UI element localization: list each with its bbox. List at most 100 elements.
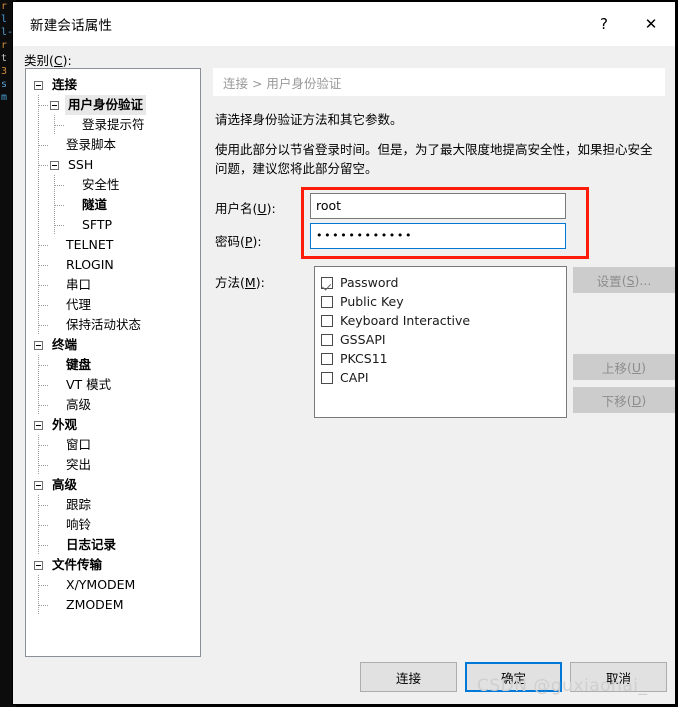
button-label: 上移 [602, 360, 628, 376]
tree-item-label: 隧道 [82, 197, 108, 212]
tree-guide-stub [39, 605, 49, 606]
tree-item-1[interactable]: 用户身份验证 [26, 95, 200, 115]
tree-item-0[interactable]: 连接 [26, 75, 200, 95]
button-label: 下移 [601, 393, 627, 409]
tree-item-21[interactable]: 跟踪 [26, 495, 200, 515]
tree-item-12[interactable]: 保持活动状态 [26, 315, 200, 335]
tree-item-label: X/YMODEM [66, 577, 136, 592]
tree-item-10[interactable]: 串口 [26, 275, 200, 295]
tree-collapse-icon[interactable] [34, 561, 43, 570]
checkbox-icon[interactable] [321, 295, 333, 308]
breadcrumb: 连接 > 用户身份验证 [213, 68, 665, 96]
ok-button[interactable]: 确定 [465, 662, 562, 692]
tree-guide-stub [39, 145, 49, 146]
tree-item-label: 外观 [51, 417, 77, 432]
tree-item-26[interactable]: ZMODEM [26, 595, 200, 615]
cancel-button[interactable]: 取消 [570, 662, 667, 692]
method-item-2[interactable]: Keyboard Interactive [321, 311, 566, 330]
settings-button[interactable]: 设置(S)... [573, 267, 675, 293]
tree-collapse-icon[interactable] [50, 101, 59, 110]
tree-item-8[interactable]: TELNET [26, 235, 200, 255]
move-up-button[interactable]: 上移(U) [573, 354, 675, 380]
tree-collapse-icon[interactable] [50, 161, 59, 170]
methods-label-text: 方法 [215, 275, 241, 290]
tree-item-label: 保持活动状态 [66, 317, 142, 332]
tree-item-6[interactable]: 隧道 [26, 195, 200, 215]
tree-item-24[interactable]: 文件传输 [26, 555, 200, 575]
tree-item-18[interactable]: 窗口 [26, 435, 200, 455]
tree-item-label: 高级 [51, 477, 77, 492]
tree-item-label: 日志记录 [66, 537, 117, 552]
tree-item-23[interactable]: 日志记录 [26, 535, 200, 555]
help-icon[interactable]: ? [581, 2, 627, 46]
method-item-0[interactable]: Password [321, 273, 566, 292]
tree-item-19[interactable]: 突出 [26, 455, 200, 475]
tree-collapse-icon[interactable] [34, 481, 43, 490]
methods-group: 方法(M): Password Public Key Keyboard Intera… [213, 266, 675, 421]
tree-guide-stub [39, 545, 49, 546]
tree-item-label: 跟踪 [66, 497, 92, 512]
tree-item-label: VT 模式 [66, 377, 112, 392]
tree-item-label: 键盘 [66, 357, 92, 372]
button-accel: D [631, 392, 642, 408]
tree-item-2[interactable]: 登录提示符 [26, 115, 200, 135]
tree-item-16[interactable]: 高级 [26, 395, 200, 415]
tree-item-13[interactable]: 终端 [26, 335, 200, 355]
close-icon[interactable]: ✕ [627, 2, 675, 46]
tree-item-5[interactable]: 安全性 [26, 175, 200, 195]
tree-item-7[interactable]: SFTP [26, 215, 200, 235]
connect-button[interactable]: 连接 [360, 662, 457, 692]
checkbox-icon[interactable] [321, 333, 333, 346]
method-item-4[interactable]: PKCS11 [321, 349, 566, 368]
username-label-colon: : [271, 201, 276, 216]
tree-collapse-icon[interactable] [34, 421, 43, 430]
tree-item-14[interactable]: 键盘 [26, 355, 200, 375]
category-tree-items: 连接 用户身份验证登录提示符登录脚本 SSH 安全性隧道 SFTP TELNET RLO… [26, 69, 200, 615]
description-line-2: 使用此部分以节省登录时间。但是，为了最大限度地提高安全性，如果担心安全问题，建议… [215, 142, 653, 176]
methods-listbox[interactable]: Password Public Key Keyboard Interactive GS… [314, 266, 567, 418]
tree-guide-stub [39, 585, 49, 586]
password-label-colon: : [257, 234, 262, 249]
tree-item-3[interactable]: 登录脚本 [26, 135, 200, 155]
password-input[interactable]: •••••••••••• [310, 223, 566, 249]
checkbox-icon[interactable] [321, 314, 333, 327]
tree-guide-stub [55, 185, 65, 186]
tree-guide-stub [39, 505, 49, 506]
category-accel: C [53, 53, 63, 68]
tree-item-9[interactable]: RLOGIN [26, 255, 200, 275]
methods-accel: M [244, 275, 256, 290]
description-block: 请选择身份验证方法和其它参数。 使用此部分以节省登录时间。但是，为了最大限度地提… [213, 96, 665, 178]
method-item-label: Password [340, 275, 399, 290]
tree-item-11[interactable]: 代理 [26, 295, 200, 315]
tree-item-20[interactable]: 高级 [26, 475, 200, 495]
tree-item-15[interactable]: VT 模式 [26, 375, 200, 395]
tree-guide-stub [39, 265, 49, 266]
window-title: 新建会话属性 [30, 18, 113, 34]
description-line-1: 请选择身份验证方法和其它参数。 [215, 112, 403, 127]
tree-item-4[interactable]: SSH [26, 155, 200, 175]
tree-item-label: SSH [67, 157, 94, 172]
button-label-suffix: ... [639, 272, 652, 288]
tree-item-label: 串口 [66, 277, 92, 292]
method-item-3[interactable]: GSSAPI [321, 330, 566, 349]
method-item-5[interactable]: CAPI [321, 368, 566, 387]
move-down-button[interactable]: 下移(D) [573, 387, 675, 413]
username-input[interactable]: root [310, 193, 566, 219]
button-label: 设置 [596, 273, 622, 289]
method-item-1[interactable]: Public Key [321, 292, 566, 311]
tree-item-25[interactable]: X/YMODEM [26, 575, 200, 595]
tree-item-label: ZMODEM [66, 597, 124, 612]
category-tree[interactable]: 连接 用户身份验证登录提示符登录脚本 SSH 安全性隧道 SFTP TELNET RLO… [25, 68, 201, 657]
method-item-label: CAPI [340, 370, 369, 385]
checkbox-icon[interactable] [321, 352, 333, 365]
checkbox-icon[interactable] [321, 276, 333, 289]
tree-item-label: 高级 [66, 397, 92, 412]
tree-collapse-icon[interactable] [34, 341, 43, 350]
tree-item-22[interactable]: 响铃 [26, 515, 200, 535]
tree-item-label: 登录提示符 [82, 117, 145, 132]
checkbox-icon[interactable] [321, 371, 333, 384]
tree-item-17[interactable]: 外观 [26, 415, 200, 435]
category-label: 类别(C): [24, 53, 72, 68]
tree-item-label: 窗口 [66, 437, 92, 452]
tree-collapse-icon[interactable] [34, 81, 43, 90]
